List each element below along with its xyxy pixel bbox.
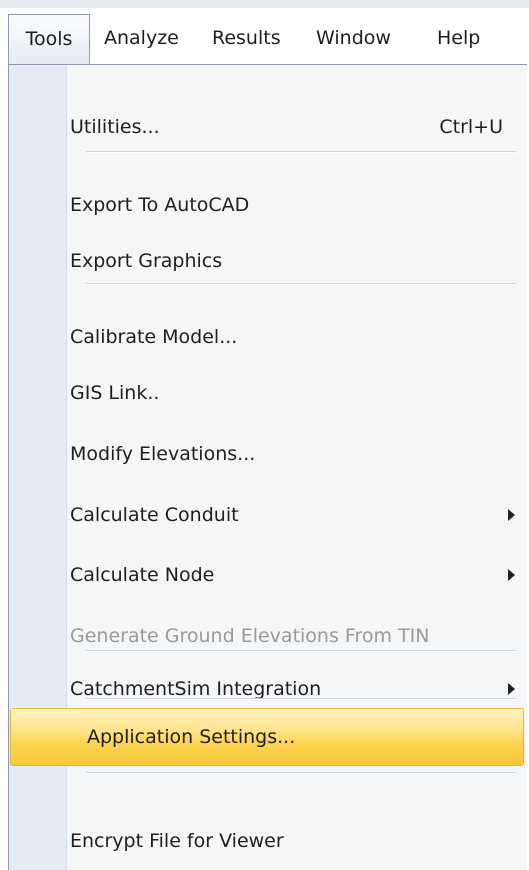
menu-analyze[interactable]: Analyze: [104, 14, 179, 62]
menu-separator: [86, 772, 516, 774]
menu-item-generate-ground-elevations: Generate Ground Elevations From TIN: [70, 625, 430, 647]
menu-item-encrypt-file[interactable]: Encrypt File for Viewer: [70, 816, 284, 866]
menu-item-calibrate-model[interactable]: Calibrate Model...: [70, 312, 237, 362]
menu-separator: [86, 283, 516, 285]
menu-bar-top-strip: [0, 0, 529, 8]
menu-separator: [86, 698, 516, 700]
submenu-arrow-icon: [508, 569, 515, 581]
menu-separator: [86, 650, 516, 652]
menu-item-gis-link[interactable]: GIS Link..: [70, 368, 159, 418]
menu-item-catchmentsim-integration[interactable]: CatchmentSim Integration: [70, 664, 321, 714]
submenu-arrow-icon: [508, 509, 515, 521]
menu-separator: [86, 151, 516, 153]
menu-item-calculate-conduit[interactable]: Calculate Conduit: [70, 490, 239, 540]
menu-item-calculate-node[interactable]: Calculate Node: [70, 550, 214, 600]
submenu-arrow-icon: [508, 683, 515, 695]
menu-tools[interactable]: Tools: [8, 14, 90, 64]
menu-item-export-autocad[interactable]: Export To AutoCAD: [70, 180, 249, 230]
menu-item-label: Application Settings...: [87, 726, 296, 748]
menu-item-export-graphics[interactable]: Export Graphics: [70, 236, 222, 286]
menu-item-application-settings[interactable]: Application Settings...: [10, 708, 524, 766]
menu-help[interactable]: Help: [437, 14, 480, 62]
shortcut-utilities: Ctrl+U: [439, 116, 503, 138]
menu-bar: Tools Analyze Results Window Help: [0, 0, 529, 72]
menu-results[interactable]: Results: [212, 14, 281, 62]
menu-item-utilities[interactable]: Utilities...: [70, 102, 160, 152]
menu-item-modify-elevations[interactable]: Modify Elevations...: [70, 429, 255, 479]
menu-window[interactable]: Window: [316, 14, 391, 62]
